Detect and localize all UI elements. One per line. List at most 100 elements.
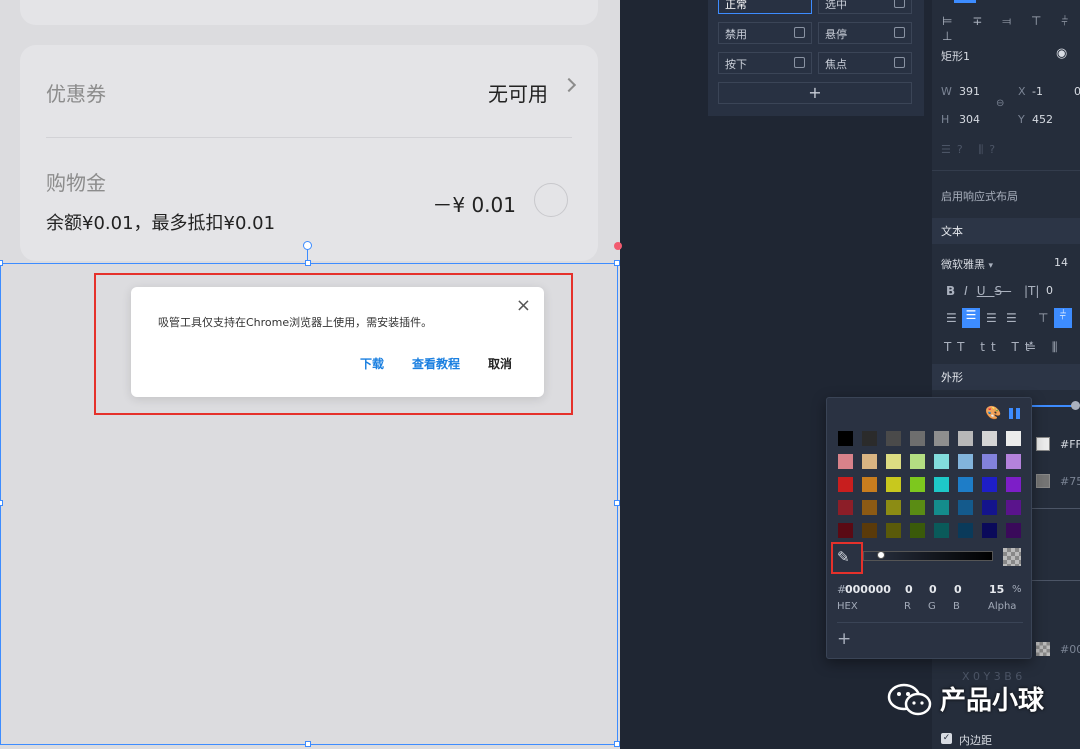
valign-middle-icon[interactable]: ⫩ — [1054, 308, 1072, 328]
y-input[interactable]: 452 — [1032, 113, 1053, 126]
chevron-right-icon[interactable] — [561, 77, 577, 93]
opacity-slider-knob[interactable] — [1071, 401, 1080, 410]
add-state-button[interactable]: + — [718, 82, 912, 104]
color-swatch[interactable] — [982, 500, 997, 515]
color-swatch[interactable] — [862, 500, 877, 515]
color-swatch[interactable] — [982, 431, 997, 446]
color-swatch[interactable] — [838, 523, 853, 538]
line-height-icons[interactable]: ≛ ⫼ — [1026, 340, 1063, 355]
padding-checkbox[interactable]: ✓ — [941, 733, 952, 744]
hex-input[interactable]: 000000 — [845, 583, 891, 596]
checkbox[interactable] — [794, 27, 805, 38]
align-toolbar[interactable]: ⊨ ∓ ⫤ ⊤ ⫩ ⊥ — [942, 14, 1080, 43]
resize-handle-se[interactable] — [614, 741, 620, 747]
shopping-gold-radio[interactable] — [534, 183, 568, 217]
color-swatch[interactable] — [958, 500, 973, 515]
checkbox[interactable] — [894, 0, 905, 8]
state-disabled[interactable]: 禁用 — [718, 22, 812, 44]
resize-handle-w[interactable] — [0, 500, 3, 506]
color-swatch[interactable] — [862, 431, 877, 446]
letter-spacing-icon[interactable]: |T| — [1024, 284, 1039, 298]
color-swatch[interactable] — [958, 523, 973, 538]
color-swatch[interactable] — [838, 477, 853, 492]
color-swatch[interactable] — [982, 477, 997, 492]
responsive-layout[interactable]: 启用响应式布局 — [941, 188, 1018, 204]
eyedropper-icon[interactable]: ✎ — [837, 548, 850, 566]
x-input[interactable]: -1 — [1032, 85, 1043, 98]
color-swatch[interactable] — [862, 477, 877, 492]
valign-top-icon[interactable]: ⊤ — [1038, 311, 1048, 325]
cancel-button[interactable]: 取消 — [488, 355, 512, 372]
color-swatch[interactable] — [838, 454, 853, 469]
color-swatch[interactable] — [1006, 523, 1021, 538]
link-icon[interactable]: ⊖ — [996, 98, 1004, 109]
shadow-hex[interactable]: #00 — [1060, 643, 1080, 656]
corner-radius-handle[interactable] — [614, 242, 622, 250]
color-swatch[interactable] — [1006, 500, 1021, 515]
color-swatch[interactable] — [910, 500, 925, 515]
color-swatch[interactable] — [862, 454, 877, 469]
resize-handle-s[interactable] — [305, 741, 311, 747]
distribute-icons[interactable]: ☰? ⫼? — [941, 143, 1001, 157]
color-swatch[interactable] — [886, 477, 901, 492]
color-swatch[interactable] — [886, 431, 901, 446]
download-button[interactable]: 下载 — [360, 355, 384, 372]
text-case-buttons[interactable]: TT tt Tt — [944, 340, 1036, 354]
g-input[interactable]: 0 — [929, 583, 937, 596]
close-icon[interactable]: × — [516, 295, 531, 316]
state-normal[interactable]: 正常 — [718, 0, 812, 14]
font-size-input[interactable]: 14 — [1054, 256, 1068, 269]
color-swatch[interactable] — [838, 431, 853, 446]
color-swatch[interactable] — [910, 431, 925, 446]
eye-icon[interactable]: ◉ — [1056, 46, 1067, 61]
shadow-swatch[interactable] — [1036, 642, 1050, 656]
b-input[interactable]: 0 — [954, 583, 962, 596]
color-swatch[interactable] — [934, 523, 949, 538]
resize-handle-nw[interactable] — [0, 260, 3, 266]
color-swatch[interactable] — [958, 454, 973, 469]
resize-handle-n[interactable] — [305, 260, 311, 266]
color-swatch[interactable] — [982, 454, 997, 469]
fill-swatch[interactable] — [1036, 437, 1050, 451]
coupon-value[interactable]: 无可用 — [488, 78, 548, 107]
fill-hex[interactable]: #FF — [1060, 438, 1080, 451]
font-family-select[interactable]: 微软雅黑 ▾ — [941, 256, 993, 272]
text-style-buttons[interactable]: BIUS — [946, 284, 1011, 298]
checkbox[interactable] — [794, 57, 805, 68]
design-canvas[interactable]: 优惠券 无可用 购物金 余额¥0.01，最多抵扣¥0.01 －¥ 0.01 吸管… — [0, 0, 622, 749]
color-swatch[interactable] — [886, 454, 901, 469]
resize-handle-ne[interactable] — [614, 260, 620, 266]
tutorial-button[interactable]: 查看教程 — [412, 355, 460, 372]
color-swatch[interactable] — [1006, 477, 1021, 492]
color-swatch[interactable] — [862, 523, 877, 538]
alpha-slider-knob[interactable] — [877, 551, 885, 559]
color-swatch[interactable] — [934, 431, 949, 446]
resize-handle-e[interactable] — [614, 500, 620, 506]
color-swatch[interactable] — [910, 523, 925, 538]
h-input[interactable]: 304 — [959, 113, 980, 126]
color-swatch[interactable] — [958, 477, 973, 492]
checkbox[interactable] — [894, 57, 905, 68]
align-justify-icon[interactable]: ☰ — [1006, 311, 1017, 325]
extra-input[interactable]: 0 — [1074, 85, 1080, 98]
color-swatch[interactable] — [910, 454, 925, 469]
color-swatch[interactable] — [1006, 454, 1021, 469]
color-swatch[interactable] — [886, 523, 901, 538]
color-swatch[interactable] — [838, 500, 853, 515]
align-left-icon[interactable]: ☰ — [946, 311, 957, 325]
state-pressed[interactable]: 按下 — [718, 52, 812, 74]
color-swatch[interactable] — [934, 454, 949, 469]
color-swatch[interactable] — [934, 477, 949, 492]
r-input[interactable]: 0 — [905, 583, 913, 596]
color-swatch[interactable] — [982, 523, 997, 538]
state-focus[interactable]: 焦点 — [818, 52, 912, 74]
color-swatch[interactable] — [934, 500, 949, 515]
palette-icon[interactable]: 🎨 — [985, 406, 1001, 421]
color-swatch[interactable] — [1006, 431, 1021, 446]
grid-icon[interactable] — [1009, 408, 1020, 419]
color-swatch[interactable] — [958, 431, 973, 446]
color-swatch[interactable] — [886, 500, 901, 515]
checkbox[interactable] — [894, 27, 905, 38]
state-selected[interactable]: 选中 — [818, 0, 912, 14]
rotate-handle[interactable] — [303, 241, 312, 250]
